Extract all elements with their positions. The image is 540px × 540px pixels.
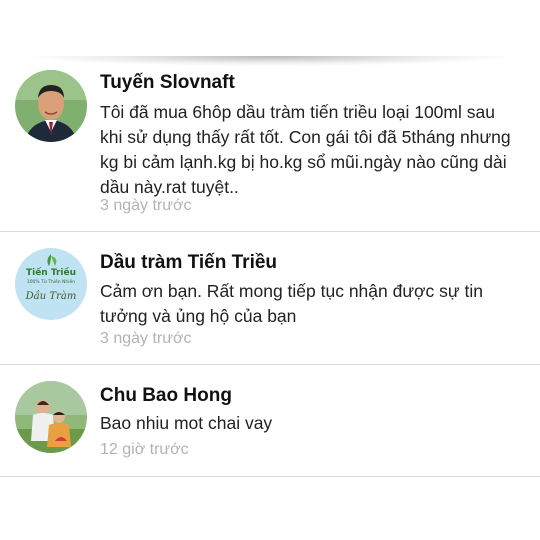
logo-line2: 100% Từ Thiên Nhiên (27, 278, 75, 285)
comment-author[interactable]: Tuyến Slovnaft (100, 72, 235, 94)
avatar[interactable] (15, 70, 87, 142)
avatar[interactable] (15, 381, 87, 453)
logo-line1: Tiến Triều (26, 267, 76, 278)
logo-line3: Dầu Tràm (25, 290, 77, 302)
comment-text: Bao nhiu mot chai vay (100, 413, 273, 433)
user-photo-icon (15, 381, 87, 453)
brand-logo-icon: Tiến Triều 100% Từ Thiên Nhiên Dầu Tràm (15, 248, 87, 320)
comment-item: Tuyến Slovnaft Tôi đã mua 6hôp dầu tràm … (0, 60, 540, 232)
comment-item: Tiến Triều 100% Từ Thiên Nhiên Dầu Tràm … (0, 232, 540, 365)
comment-text: Tôi đã mua 6hôp dầu tràm tiến triều loại… (100, 102, 511, 197)
avatar[interactable]: Tiến Triều 100% Từ Thiên Nhiên Dầu Tràm (15, 248, 87, 320)
divider (0, 476, 540, 477)
comment-author[interactable]: Chu Bao Hong (100, 385, 232, 407)
comment-author[interactable]: Dầu tràm Tiến Triều (100, 252, 277, 274)
user-photo-icon (15, 70, 87, 142)
comment-timestamp: 3 ngày trước (100, 197, 192, 214)
comment-timestamp: 12 giờ trước (100, 441, 189, 458)
comment-item: Chu Bao Hong Bao nhiu mot chai vay 12 gi… (0, 365, 540, 477)
comment-timestamp: 3 ngày trước (100, 330, 192, 347)
comment-text: Cảm ơn bạn. Rất mong tiếp tục nhận được … (100, 281, 483, 326)
